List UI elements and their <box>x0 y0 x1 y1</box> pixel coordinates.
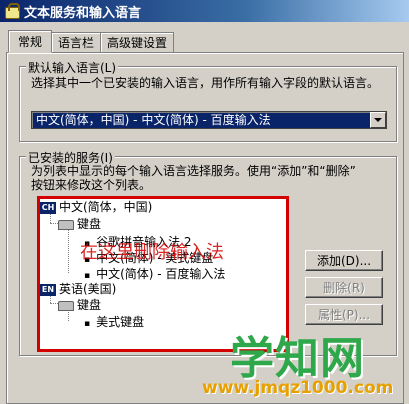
tree-connector <box>68 229 69 273</box>
tree-language-english[interactable]: EN 英语(美国) <box>40 282 116 296</box>
window-title: 文本服务和输入语言 <box>24 5 142 21</box>
installed-services-description-1: 为列表中显示的每个输入语言选择服务。使用“添加”和“删除” <box>31 164 356 178</box>
default-language-select[interactable]: 中文(简体，中国) - 中文(简体) - 百度输入法 <box>31 111 387 129</box>
keyboard-icon <box>58 219 74 230</box>
title-bar: 文本服务和输入语言 <box>0 0 409 22</box>
default-language-description: 选择其中一个已安装的输入语言，用作所有输入字段的默认语言。 <box>31 76 380 90</box>
tree-language-chinese-label: 中文(简体，中国) <box>59 200 153 214</box>
watermark-url: www.jmqz1000.com <box>202 378 394 398</box>
tab-language-bar[interactable]: 语言栏 <box>51 32 102 52</box>
tree-item-baidu-ime[interactable]: 中文(简体) - 百度输入法 <box>84 267 225 283</box>
tree-keyboard-group-english[interactable]: 键盘 <box>58 298 101 312</box>
tree-language-chinese[interactable]: CH 中文(简体，中国) <box>40 200 152 214</box>
remove-button[interactable]: 删除(R) <box>305 277 383 298</box>
tree-connector <box>50 303 58 304</box>
tab-advanced-key-settings[interactable]: 高级键设置 <box>100 32 175 52</box>
default-language-group-title: 默认输入语言(L) <box>26 59 119 76</box>
language-badge-icon: EN <box>40 283 56 296</box>
tab-general[interactable]: 常规 <box>8 30 53 53</box>
tree-language-english-label: 英语(美国) <box>59 282 117 296</box>
add-button[interactable]: 添加(D)... <box>305 250 383 271</box>
tree-connector <box>50 223 58 224</box>
keyboard-icon <box>58 300 74 311</box>
watermark-site-name: 学知网 <box>230 333 365 384</box>
language-badge-icon: CH <box>40 201 56 214</box>
tree-item-us-keyboard-en[interactable]: 美式键盘 <box>84 315 144 331</box>
tab-strip: 常规 语言栏 高级键设置 <box>8 30 175 53</box>
tree-keyboard-label: 键盘 <box>77 298 102 312</box>
keyboard-settings-icon <box>4 3 20 19</box>
default-language-selected-value: 中文(简体，中国) - 中文(简体) - 百度输入法 <box>36 113 271 127</box>
tree-keyboard-group-chinese[interactable]: 键盘 <box>58 217 101 231</box>
tree-keyboard-label: 键盘 <box>77 217 102 231</box>
installed-services-description-2: 按钮来修改这个列表。 <box>31 178 152 192</box>
chevron-down-icon[interactable] <box>370 112 386 128</box>
annotation-text: 在这里删除输入法 <box>80 242 224 263</box>
